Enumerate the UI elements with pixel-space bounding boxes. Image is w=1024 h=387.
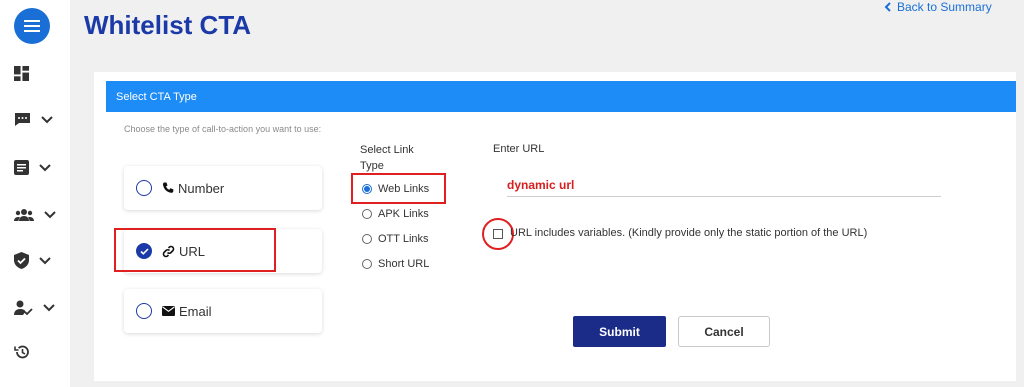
- back-to-summary-link[interactable]: Back to Summary: [884, 0, 992, 14]
- phone-icon: [162, 182, 174, 194]
- cta-option-email[interactable]: Email: [124, 289, 322, 333]
- card-header: Select CTA Type: [106, 81, 1016, 112]
- hamburger-icon: [24, 20, 40, 32]
- sidebar-item-users[interactable]: [14, 300, 55, 315]
- sidebar-item-dashboard[interactable]: [14, 66, 29, 81]
- cta-option-number[interactable]: Number: [124, 166, 322, 210]
- dashboard-icon: [14, 66, 29, 81]
- chevron-down-icon: [44, 210, 56, 218]
- sidebar-item-documents[interactable]: [14, 160, 51, 175]
- url-field-label: Enter URL: [493, 143, 545, 155]
- radio-unchecked[interactable]: [362, 209, 372, 219]
- sidebar-item-history[interactable]: [14, 344, 30, 360]
- cancel-button[interactable]: Cancel: [678, 316, 770, 347]
- sidebar-item-groups[interactable]: [14, 208, 56, 221]
- variables-checkbox-label: URL includes variables. (Kindly provide …: [510, 227, 868, 239]
- radio-unchecked[interactable]: [136, 180, 152, 196]
- radio-unchecked[interactable]: [362, 259, 372, 269]
- link-type-label: Select Link Type: [360, 144, 414, 172]
- radio-unchecked[interactable]: [362, 234, 372, 244]
- link-type-option-label: APK Links: [378, 208, 429, 220]
- back-link-label: Back to Summary: [897, 0, 992, 14]
- submit-button[interactable]: Submit: [573, 316, 666, 347]
- mail-icon: [162, 306, 175, 316]
- sidebar-item-messages[interactable]: [14, 112, 53, 127]
- link-type-option-apk-links[interactable]: APK Links: [362, 208, 429, 220]
- chevron-left-icon: [884, 2, 891, 12]
- link-type-option-label: Short URL: [378, 258, 430, 270]
- document-icon: [14, 160, 29, 175]
- group-icon: [14, 209, 34, 221]
- link-type-option-label: OTT Links: [378, 233, 429, 245]
- chevron-down-icon: [41, 115, 53, 123]
- chevron-down-icon: [43, 303, 55, 311]
- highlight-box: [351, 173, 446, 204]
- highlight-box: [114, 228, 276, 272]
- page-title: Whitelist CTA: [84, 10, 252, 40]
- shield-check-icon: [14, 252, 29, 269]
- sidebar-item-security[interactable]: [14, 252, 51, 269]
- user-check-icon: [14, 300, 33, 315]
- history-icon: [14, 345, 29, 359]
- radio-unchecked[interactable]: [136, 303, 152, 319]
- sidebar: [0, 0, 70, 387]
- menu-button[interactable]: [14, 8, 50, 44]
- cta-option-label: Number: [178, 180, 225, 196]
- cta-option-label: Email: [179, 303, 212, 319]
- url-input[interactable]: [507, 173, 941, 197]
- link-type-option-ott-links[interactable]: OTT Links: [362, 233, 429, 245]
- chat-icon: [15, 113, 30, 126]
- chevron-down-icon: [39, 163, 51, 171]
- link-type-option-short-url[interactable]: Short URL: [362, 258, 429, 270]
- chevron-down-icon: [39, 256, 51, 264]
- cta-instruction: Choose the type of call-to-action you wa…: [124, 124, 322, 134]
